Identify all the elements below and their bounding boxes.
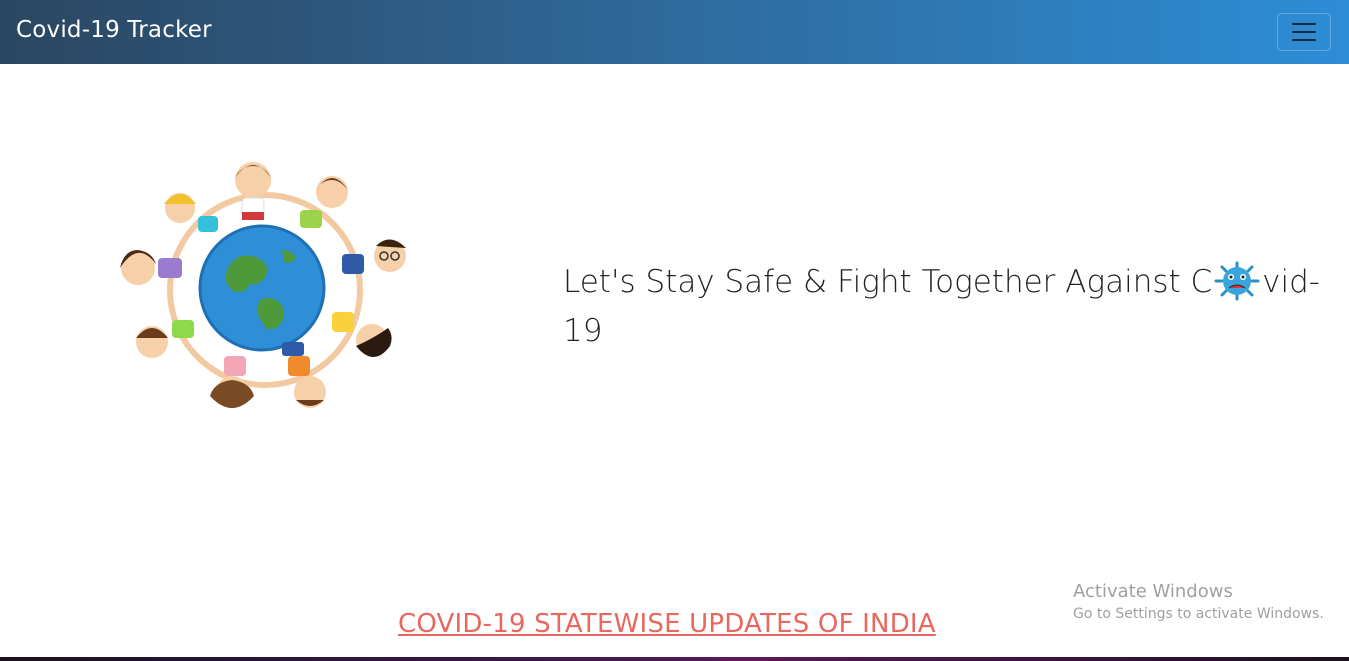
bottom-strip xyxy=(0,657,1349,661)
watermark-title: Activate Windows xyxy=(1073,581,1233,602)
menu-bar xyxy=(1292,31,1316,33)
menu-bar xyxy=(1292,39,1316,41)
brand-title[interactable]: Covid-19 Tracker xyxy=(16,17,212,43)
statewise-updates-link[interactable]: COVID-19 STATEWISE UPDATES OF INDIA xyxy=(398,609,936,639)
slogan-text-start: Let's Stay Safe & Fight Together Against… xyxy=(563,264,1213,300)
activate-windows-watermark: Activate Windows Go to Settings to activ… xyxy=(1073,580,1324,624)
watermark-subtitle: Go to Settings to activate Windows. xyxy=(1073,606,1324,622)
hero-slogan: Let's Stay Safe & Fight Together Against… xyxy=(563,258,1333,356)
virus-icon xyxy=(1212,260,1262,302)
menu-bar xyxy=(1292,23,1316,25)
top-navbar: Covid-19 Tracker xyxy=(0,0,1349,64)
children-around-globe-illustration xyxy=(110,150,420,425)
hamburger-menu-icon[interactable] xyxy=(1277,13,1331,51)
